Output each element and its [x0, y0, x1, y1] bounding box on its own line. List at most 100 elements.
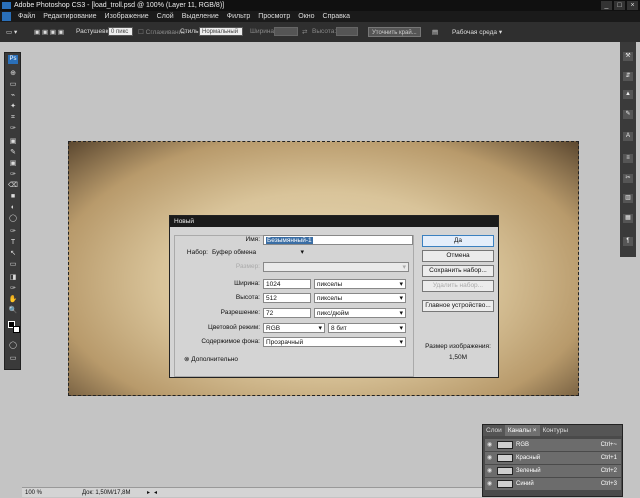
- background-color-swatch[interactable]: [13, 326, 20, 333]
- width-label: Ширина:: [250, 28, 276, 35]
- type-tool-icon[interactable]: T: [8, 238, 18, 247]
- height-field[interactable]: [336, 27, 358, 36]
- expand-chevron-icon[interactable]: ⊗: [184, 356, 189, 363]
- channel-row-rgb[interactable]: ◉ RGB Ctrl+~: [485, 439, 621, 451]
- bit-depth-select[interactable]: 8 бит: [328, 323, 406, 333]
- crop-tool-icon[interactable]: ⌗: [8, 113, 18, 122]
- pen-tool-icon[interactable]: ✑: [8, 227, 18, 236]
- height-input[interactable]: 512: [263, 293, 311, 303]
- quick-mask-icon[interactable]: ◯: [8, 341, 18, 350]
- close-icon[interactable]: ×: [627, 1, 638, 10]
- eyedropper-icon[interactable]: ✑: [8, 284, 18, 293]
- move-tool-icon[interactable]: ⊕: [8, 69, 18, 78]
- notes-tool-icon[interactable]: ◨: [8, 273, 18, 282]
- height-unit-select[interactable]: пикселы: [314, 293, 406, 303]
- device-central-button[interactable]: Главное устройство...: [422, 300, 494, 312]
- eye-icon[interactable]: ◉: [487, 455, 493, 461]
- menu-layer[interactable]: Слой: [153, 11, 178, 22]
- magic-wand-icon[interactable]: ✦: [8, 102, 18, 111]
- shape-tool-icon[interactable]: ▭: [8, 260, 18, 269]
- tab-channels[interactable]: Каналы ×: [504, 425, 540, 436]
- zoom-tool-icon[interactable]: 🔍: [8, 306, 18, 315]
- marquee-tool-icon[interactable]: ▭: [8, 80, 18, 89]
- screen-mode-icon[interactable]: ▭: [8, 354, 18, 363]
- hand-tool-icon[interactable]: ✋: [8, 295, 18, 304]
- resolution-label: Разрешение:: [220, 309, 260, 316]
- tab-layers[interactable]: Слои: [483, 425, 505, 436]
- clone-stamp-icon[interactable]: ▣: [8, 159, 18, 168]
- clone-source-icon[interactable]: ✂: [623, 174, 633, 183]
- minimize-icon[interactable]: _: [601, 1, 612, 10]
- width-field[interactable]: [274, 27, 298, 36]
- healing-brush-icon[interactable]: ▣: [8, 137, 18, 146]
- width-input[interactable]: 1024: [263, 279, 311, 289]
- background-contents-select[interactable]: Прозрачный: [263, 337, 406, 347]
- menu-filter[interactable]: Фильтр: [223, 11, 255, 22]
- lasso-tool-icon[interactable]: ⌁: [8, 91, 18, 100]
- brush-dock-icon[interactable]: ✎: [623, 110, 633, 119]
- workspace-button[interactable]: Рабочая среда ▾: [452, 28, 502, 36]
- maximize-icon[interactable]: □: [614, 1, 625, 10]
- channel-row-green[interactable]: ◉ Зеленый Ctrl+2: [485, 465, 621, 477]
- layer-comps-icon[interactable]: ≡: [623, 154, 633, 163]
- save-preset-button[interactable]: Сохранить набор...: [422, 265, 494, 277]
- delete-preset-button[interactable]: Удалить набор...: [422, 280, 494, 292]
- menu-select[interactable]: Выделение: [178, 11, 223, 22]
- swap-dock-icon[interactable]: ⇵: [623, 72, 633, 81]
- eye-icon[interactable]: ◉: [487, 442, 493, 448]
- navigator-icon[interactable]: ▲: [623, 90, 633, 99]
- preset-select[interactable]: Буфер обмена: [210, 248, 306, 258]
- height-label: Высота:: [235, 294, 260, 301]
- image-size-label: Размер изображения:: [425, 343, 491, 350]
- eye-icon[interactable]: ◉: [487, 468, 493, 474]
- width-unit-select[interactable]: пикселы: [314, 279, 406, 289]
- resolution-unit-select[interactable]: пикс/дюйм: [314, 308, 406, 318]
- tab-paths[interactable]: Контуры: [540, 425, 572, 436]
- channel-thumbnail: [497, 480, 513, 488]
- style-label: Стиль:: [180, 28, 201, 35]
- style-select[interactable]: Нормальный: [199, 27, 243, 36]
- menu-edit[interactable]: Редактирование: [39, 11, 100, 22]
- selection-mode-icons[interactable]: ▣ ▣ ▣ ▣: [34, 28, 64, 36]
- name-input[interactable]: Безымянный-1: [263, 235, 413, 245]
- marquee-tool-icon[interactable]: ▭ ▾: [6, 28, 17, 36]
- menu-view[interactable]: Просмотр: [254, 11, 294, 22]
- ok-button[interactable]: Да: [422, 235, 494, 247]
- brush-tool-icon[interactable]: ✎: [8, 148, 18, 157]
- advanced-toggle[interactable]: ⊗ Дополнительно: [184, 354, 238, 365]
- swatches-icon[interactable]: ▦: [623, 214, 633, 223]
- histogram-icon[interactable]: ▥: [623, 194, 633, 203]
- character-icon[interactable]: A: [623, 132, 633, 141]
- resolution-input[interactable]: 72: [263, 308, 311, 318]
- menu-image[interactable]: Изображение: [101, 11, 153, 22]
- channel-name: Красный: [516, 455, 541, 461]
- window-controls: _ □ ×: [601, 1, 638, 10]
- slice-tool-icon[interactable]: ✑: [8, 124, 18, 133]
- menu-help[interactable]: Справка: [319, 11, 354, 22]
- antialias-checkbox[interactable]: ☐ Сглаживание: [138, 28, 186, 36]
- gradient-tool-icon[interactable]: ■: [8, 192, 18, 201]
- blur-tool-icon[interactable]: ◐: [8, 203, 18, 212]
- tools-dock-icon[interactable]: ⚒: [623, 52, 633, 61]
- feather-input[interactable]: 0 пикс: [108, 27, 133, 36]
- eraser-tool-icon[interactable]: ⌫: [8, 181, 18, 190]
- cancel-button[interactable]: Отмена: [422, 250, 494, 262]
- swap-icon[interactable]: ⇄: [302, 28, 307, 36]
- color-mode-select[interactable]: RGB: [263, 323, 325, 333]
- channel-shortcut: Ctrl+~: [600, 442, 617, 448]
- history-brush-icon[interactable]: ✑: [8, 170, 18, 179]
- right-dock: ⚒ ⇵ ▲ ✎ A ≡ ✂ ▥ ▦ ¶: [620, 42, 636, 257]
- eye-icon[interactable]: ◉: [487, 481, 493, 487]
- channel-row-red[interactable]: ◉ Красный Ctrl+1: [485, 452, 621, 464]
- photoshop-app-icon: [2, 2, 11, 9]
- paragraph-icon[interactable]: ¶: [623, 237, 633, 246]
- dodge-tool-icon[interactable]: ◯: [8, 214, 18, 223]
- bridge-icon[interactable]: ▤: [432, 28, 438, 36]
- refine-edge-button[interactable]: Уточнить край...: [368, 27, 421, 37]
- path-selection-icon[interactable]: ↖: [8, 249, 18, 258]
- menu-window[interactable]: Окно: [294, 11, 318, 22]
- menu-bar: Файл Редактирование Изображение Слой Выд…: [0, 11, 640, 22]
- menu-file[interactable]: Файл: [14, 11, 39, 22]
- preset-label: Набор:: [180, 247, 210, 258]
- channel-row-blue[interactable]: ◉ Синий Ctrl+3: [485, 478, 621, 490]
